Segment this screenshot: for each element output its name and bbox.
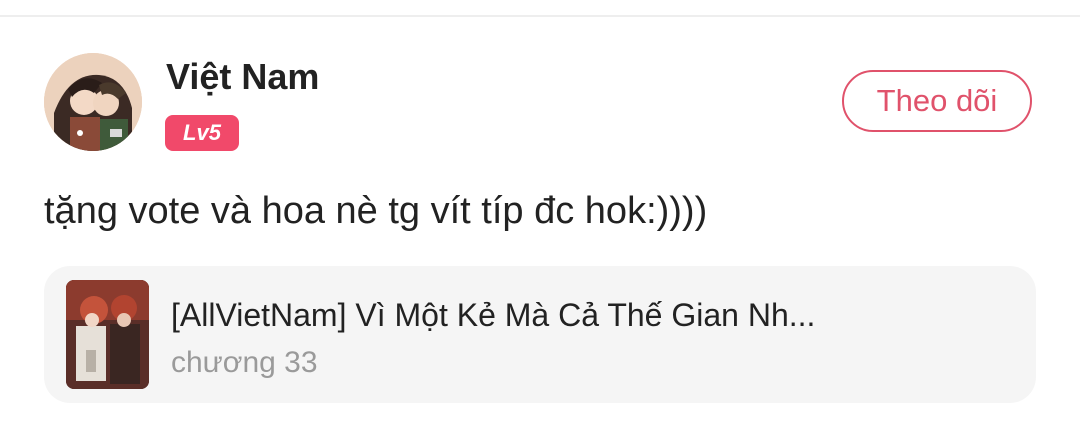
story-title: [AllVietNam] Vì Một Kẻ Mà Cả Thế Gian Nh…: [171, 297, 816, 333]
username[interactable]: Việt Nam: [166, 56, 319, 98]
story-cover-image: [66, 280, 149, 389]
comment-item: Việt Nam Lv5 Theo dõi tặng vote và hoa n…: [0, 0, 1080, 424]
follow-button[interactable]: Theo dõi: [842, 70, 1032, 132]
story-chapter: chương 33: [171, 346, 318, 379]
avatar[interactable]: [44, 53, 142, 151]
story-card[interactable]: [AllVietNam] Vì Một Kẻ Mà Cả Thế Gian Nh…: [44, 266, 1036, 403]
divider: [0, 15, 1080, 17]
level-badge: Lv5: [165, 115, 239, 151]
comment-text: tặng vote và hoa nè tg vít típ đc hok:))…: [44, 190, 708, 232]
